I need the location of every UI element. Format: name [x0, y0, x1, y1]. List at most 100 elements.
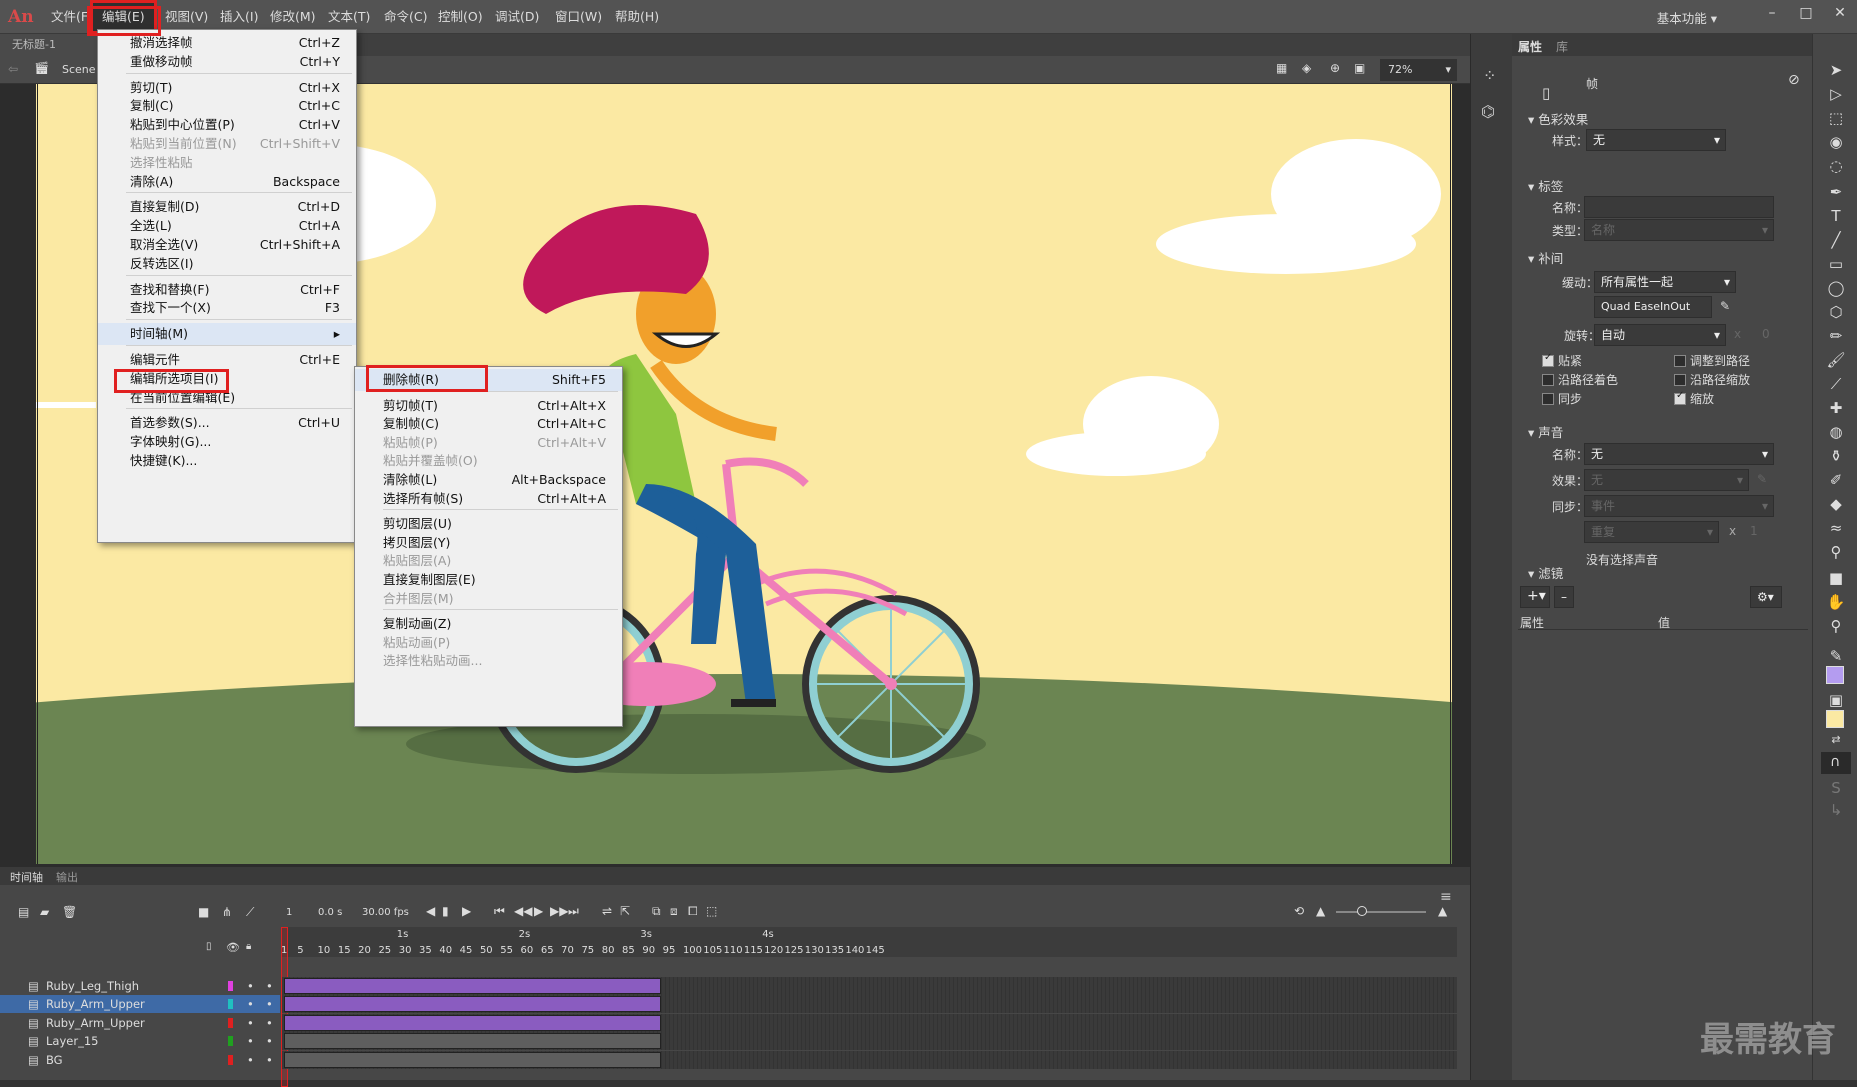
edit-menu-item[interactable]: 重做移动帧 Ctrl+Y	[98, 51, 356, 73]
edit-effect-icon[interactable]: ✎	[1757, 472, 1767, 486]
hand-tool-icon[interactable]: ✋	[1826, 592, 1846, 612]
stage-fit-icon[interactable]: ▣	[1354, 61, 1365, 75]
layer-visible-dot[interactable]: •	[247, 995, 254, 1013]
layer-color-swatch[interactable]	[228, 999, 233, 1010]
document-tab[interactable]: 无标题-1 (Canvas)	[0, 34, 100, 73]
frame-rate[interactable]: 30.00 fps	[362, 907, 409, 918]
subselection-tool-icon[interactable]: ▷	[1826, 84, 1846, 104]
layer-visible-dot[interactable]: •	[247, 1014, 254, 1032]
clip-icon[interactable]: ▦	[1276, 61, 1287, 75]
section-label[interactable]: ▾ 标签	[1528, 176, 1563, 195]
layer-frames[interactable]	[282, 995, 1457, 1014]
ink-bottle-icon[interactable]: ⚱	[1826, 446, 1846, 466]
pin-tool-icon[interactable]: ⚲	[1826, 542, 1846, 562]
new-folder-icon[interactable]: ▰	[40, 905, 49, 919]
repeat-select[interactable]: 重复 ▾	[1584, 521, 1719, 543]
section-tween[interactable]: ▾ 补间	[1528, 248, 1563, 267]
layer-lock-dot[interactable]: •	[266, 977, 273, 995]
layer-visible-dot[interactable]: •	[247, 977, 254, 995]
new-layer-icon[interactable]: ▤	[18, 905, 29, 919]
layer-color-swatch[interactable]	[228, 1017, 233, 1028]
tab-library[interactable]: 库	[1556, 38, 1568, 55]
section-filters[interactable]: ▾ 滤镜	[1528, 563, 1563, 582]
layer-frames[interactable]	[282, 977, 1457, 995]
small-frames-icon[interactable]: ▲	[1316, 904, 1325, 918]
modify-markers-icon[interactable]: ⬚	[706, 904, 717, 918]
layer-lock-dot[interactable]: •	[266, 1032, 273, 1050]
large-frames-icon[interactable]: ▲	[1438, 904, 1447, 918]
text-tool-icon[interactable]: T	[1826, 206, 1846, 226]
layer-frames[interactable]	[282, 1050, 1457, 1069]
tab-output[interactable]: 输出	[56, 869, 78, 885]
zoom-tool-icon[interactable]: ⚲	[1826, 616, 1846, 636]
checkbox[interactable]: ✓	[1542, 352, 1554, 367]
free-transform-icon[interactable]: ⬚	[1826, 108, 1846, 128]
tween-span[interactable]	[284, 1014, 661, 1031]
layer-color-swatch[interactable]	[228, 1054, 233, 1065]
outline-icon[interactable]: ▯	[206, 941, 212, 952]
undo-icon[interactable]: ⟲	[1294, 904, 1304, 918]
edit-menu-item[interactable]: 查找下一个(X) F3	[98, 297, 356, 319]
help-icon[interactable]: ⊘	[1788, 72, 1800, 88]
delete-layer-icon[interactable]: 🗑︎	[62, 905, 77, 919]
tab-properties[interactable]: 属性	[1518, 38, 1542, 55]
menu-control[interactable]: 控制(O)	[433, 0, 488, 34]
camera-layer-icon[interactable]: ■	[198, 905, 209, 919]
step-forward-icon[interactable]: ▶▶	[550, 904, 568, 918]
current-frame[interactable]: 1	[286, 907, 292, 918]
maximize-button[interactable]: □	[1789, 0, 1823, 26]
3d-rotation-icon[interactable]: ◉	[1826, 132, 1846, 152]
menu-debug[interactable]: 调试(D)	[490, 0, 544, 34]
width-tool-icon[interactable]: ≈	[1826, 518, 1846, 538]
zoom-select[interactable]: 72% ▾	[1380, 59, 1457, 81]
section-color-effect[interactable]: ▾ 色彩效果	[1528, 109, 1588, 128]
rotate-select[interactable]: 自动 ▾	[1594, 324, 1726, 346]
frame-size-slider[interactable]	[1336, 911, 1426, 913]
menu-commands[interactable]: 命令(C)	[379, 0, 432, 34]
tween-span[interactable]	[284, 978, 661, 994]
camera-icon[interactable]: ◈	[1302, 61, 1311, 75]
pen-tool-icon[interactable]: ✒	[1826, 182, 1846, 202]
lock-icon[interactable]: 🔒︎	[246, 941, 251, 952]
layer-visible-dot[interactable]: •	[247, 1051, 254, 1069]
timeline-menu-icon[interactable]: ≡	[1440, 889, 1452, 905]
layer-lock-dot[interactable]: •	[266, 1051, 273, 1069]
oval-tool-icon[interactable]: ◯	[1826, 278, 1846, 298]
workspace-switcher[interactable]: 基本功能 ▾	[1657, 8, 1717, 27]
brush-tool-icon[interactable]: ⟋	[1826, 374, 1846, 394]
polystar-tool-icon[interactable]: ⬡	[1826, 302, 1846, 322]
selection-tool-icon[interactable]: ➤	[1826, 60, 1846, 80]
layer-row[interactable]: ▤ Ruby_Leg_Thigh • •	[0, 977, 280, 995]
layer-visible-dot[interactable]: •	[247, 1032, 254, 1050]
keyframe-icon[interactable]: ▮	[442, 904, 449, 918]
assets-icon[interactable]: ⁘	[1483, 66, 1496, 85]
prev-keyframe-icon[interactable]: ◀	[426, 904, 435, 918]
checkbox[interactable]	[1542, 374, 1554, 386]
bone-tool-icon[interactable]: ✚	[1826, 398, 1846, 418]
edit-ease-icon[interactable]: ✎	[1720, 299, 1730, 313]
eraser-icon[interactable]: ◆	[1826, 494, 1846, 514]
edit-menu-item[interactable]: 时间轴(M) ▸	[98, 323, 356, 346]
last-frame-icon[interactable]: ⏭	[568, 904, 579, 919]
layer-color-swatch[interactable]	[228, 981, 233, 991]
layer-lock-dot[interactable]: •	[266, 995, 273, 1013]
section-sound[interactable]: ▾ 声音	[1528, 422, 1563, 441]
frame-span[interactable]	[284, 1051, 661, 1068]
label-name-input[interactable]	[1584, 196, 1774, 218]
lasso-icon[interactable]: ◌	[1826, 156, 1846, 176]
filter-options-button[interactable]: ⚙▾	[1750, 586, 1782, 608]
paint-brush-icon[interactable]: 🖌︎	[1826, 350, 1846, 370]
stroke-color-swatch[interactable]	[1826, 666, 1844, 684]
remove-filter-button[interactable]: –	[1554, 586, 1574, 608]
edit-menu-item[interactable]: 反转选区(I)	[98, 253, 356, 275]
sound-name-select[interactable]: 无 ▾	[1584, 443, 1774, 465]
next-keyframe-icon[interactable]: ▶	[462, 904, 471, 918]
onion-outline-icon[interactable]: ⧈	[670, 904, 678, 919]
ease-mode-select[interactable]: 所有属性一起 ▾	[1594, 271, 1736, 293]
layer-row[interactable]: ▤ BG • •	[0, 1051, 280, 1069]
style-select[interactable]: 无 ▾	[1586, 129, 1726, 151]
checkbox[interactable]	[1674, 374, 1686, 386]
rotate-count[interactable]: 0	[1762, 327, 1770, 341]
paint-bucket-icon[interactable]: ◍	[1826, 422, 1846, 442]
center-frame-icon[interactable]: ⇱	[620, 904, 630, 918]
